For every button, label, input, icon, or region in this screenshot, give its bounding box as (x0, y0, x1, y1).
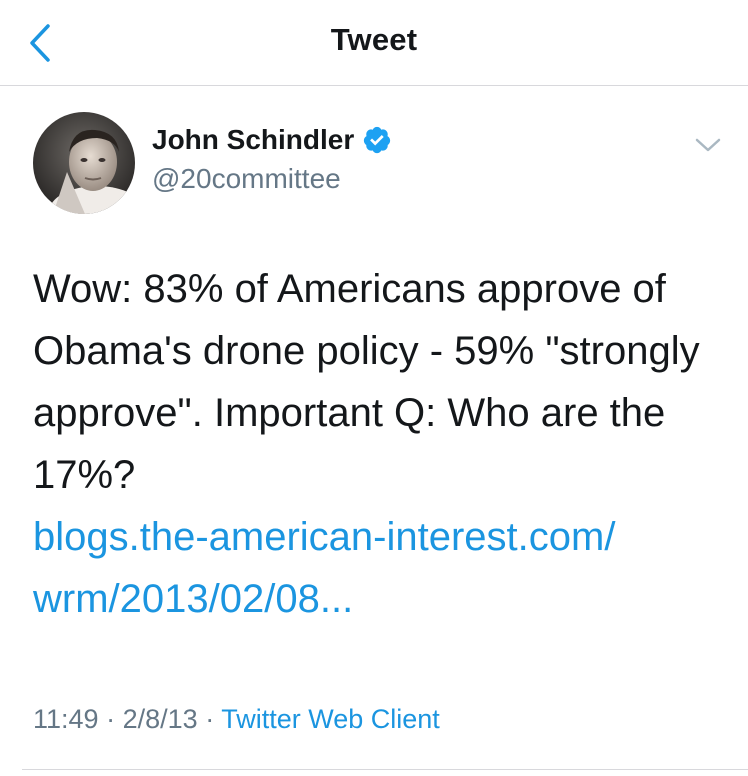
avatar[interactable] (33, 112, 135, 214)
tweet-time: 11:49 (33, 704, 99, 734)
navigation-bar: Tweet (0, 0, 748, 86)
tweet-link-line[interactable]: blogs.the-american-interest.com/ (33, 506, 723, 568)
meta-separator: · (205, 704, 215, 734)
author-handle[interactable]: @20committee (152, 163, 341, 195)
tweet-metadata: 11:49 · 2/8/13 · Twitter Web Client (33, 704, 440, 735)
tweet-text-line: Obama's drone policy - 59% "strongly (33, 329, 700, 373)
tweet-link-line[interactable]: wrm/2013/02/08... (33, 568, 723, 630)
page-title: Tweet (330, 22, 418, 57)
author-name-text[interactable]: John Schindler (152, 124, 354, 156)
meta-separator: · (106, 704, 116, 734)
tweet-text-line: Wow: 83% of Americans approve of (33, 267, 666, 311)
tweet-text-line: approve". Important Q: Who are the (33, 391, 666, 435)
tweet-text-line: 17%? (33, 453, 136, 497)
tweet-source-link[interactable]: Twitter Web Client (221, 704, 440, 734)
tweet-body: Wow: 83% of Americans approve of Obama's… (33, 258, 723, 630)
divider (22, 769, 748, 770)
more-options-button[interactable] (688, 130, 728, 160)
author-name[interactable]: John Schindler (152, 124, 392, 156)
chevron-down-icon (695, 138, 721, 152)
verified-badge-icon (364, 126, 391, 154)
tweet-date: 2/8/13 (122, 704, 198, 734)
